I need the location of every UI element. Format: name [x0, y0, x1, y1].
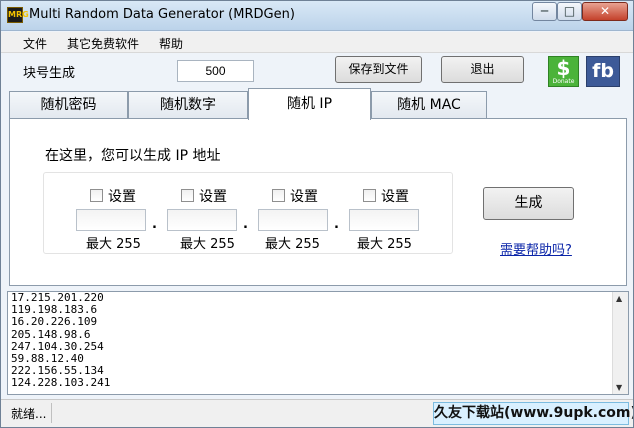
- octet-2-input[interactable]: [167, 209, 237, 231]
- octet-4-input[interactable]: [349, 209, 419, 231]
- help-link[interactable]: 需要帮助吗?: [500, 239, 572, 258]
- scroll-up-icon[interactable]: ▲: [616, 294, 622, 303]
- octet-1-checkbox-label: 设置: [108, 189, 136, 205]
- window-title: Multi Random Data Generator (MRDGen): [29, 7, 295, 22]
- status-divider: [51, 403, 52, 423]
- octet-2-max-label: 最大 255: [180, 237, 235, 252]
- octet-separator: .: [334, 217, 339, 232]
- app-window: MRG Multi Random Data Generator (MRDGen)…: [0, 0, 634, 428]
- block-count-label: 块号生成: [23, 66, 76, 81]
- octet-1-max-label: 最大 255: [86, 237, 141, 252]
- scroll-down-icon[interactable]: ▼: [616, 383, 622, 392]
- tab-strip: 随机密码 随机数字 随机 IP 随机 MAC: [9, 88, 629, 120]
- octet-3-input[interactable]: [258, 209, 328, 231]
- facebook-button[interactable]: fb: [586, 56, 620, 87]
- donate-button[interactable]: $ Donate: [548, 56, 579, 87]
- status-text: 就绪...: [11, 407, 47, 421]
- menu-help[interactable]: 帮助: [159, 35, 183, 52]
- output-textarea[interactable]: 17.215.201.220 119.198.183.6 16.20.226.1…: [7, 291, 629, 395]
- donate-label: Donate: [552, 78, 575, 85]
- ip-octet-group: 设置 最大 255 . 设置 最大 255 . 设置 最大 255 . 设置 最…: [43, 172, 453, 254]
- output-line: 247.104.30.254: [11, 339, 104, 353]
- dollar-icon: $: [556, 56, 571, 80]
- menu-other-free-software[interactable]: 其它免费软件: [67, 35, 139, 52]
- output-line: 16.20.226.109: [11, 315, 98, 329]
- title-bar[interactable]: MRG Multi Random Data Generator (MRDGen)…: [1, 1, 633, 31]
- octet-4-max-label: 最大 255: [357, 237, 412, 252]
- panel-heading: 在这里，您可以生成 IP 地址: [45, 148, 221, 164]
- output-line: 205.148.98.6: [11, 327, 91, 341]
- app-icon: MRG: [7, 7, 29, 23]
- octet-3-max-label: 最大 255: [265, 237, 320, 252]
- block-count-input[interactable]: 500: [177, 60, 254, 82]
- output-line: 17.215.201.220: [11, 291, 104, 304]
- tab-random-number[interactable]: 随机数字: [128, 91, 248, 119]
- octet-separator: .: [243, 217, 248, 232]
- output-scrollbar[interactable]: ▲ ▼: [612, 292, 628, 394]
- output-line: 119.198.183.6: [11, 303, 98, 317]
- generate-button[interactable]: 生成: [483, 187, 574, 220]
- octet-1-checkbox[interactable]: [90, 189, 103, 202]
- menu-file[interactable]: 文件: [23, 35, 47, 52]
- octet-3-checkbox-label: 设置: [290, 189, 318, 205]
- maximize-button[interactable]: □: [557, 2, 582, 21]
- minimize-button[interactable]: ─: [532, 2, 557, 21]
- octet-2-checkbox[interactable]: [181, 189, 194, 202]
- tab-random-ip[interactable]: 随机 IP: [248, 88, 371, 120]
- octet-2-checkbox-label: 设置: [199, 189, 227, 205]
- octet-4-checkbox[interactable]: [363, 189, 376, 202]
- save-to-file-button[interactable]: 保存到文件: [335, 56, 422, 83]
- octet-4-checkbox-label: 设置: [381, 189, 409, 205]
- octet-separator: .: [152, 217, 157, 232]
- tab-random-password[interactable]: 随机密码: [9, 91, 128, 119]
- menu-bar: 文件 其它免费软件 帮助: [1, 32, 633, 53]
- octet-3-checkbox[interactable]: [272, 189, 285, 202]
- tab-random-mac[interactable]: 随机 MAC: [371, 91, 487, 119]
- exit-button[interactable]: 退出: [441, 56, 524, 83]
- output-line: 124.228.103.241: [11, 376, 111, 390]
- site-watermark: 久友下载站(www.9upk.com): [433, 402, 633, 425]
- close-button[interactable]: ✕: [582, 2, 628, 21]
- random-ip-panel: 在这里，您可以生成 IP 地址 设置 最大 255 . 设置 最大 255 . …: [9, 118, 627, 286]
- octet-1-input[interactable]: [76, 209, 146, 231]
